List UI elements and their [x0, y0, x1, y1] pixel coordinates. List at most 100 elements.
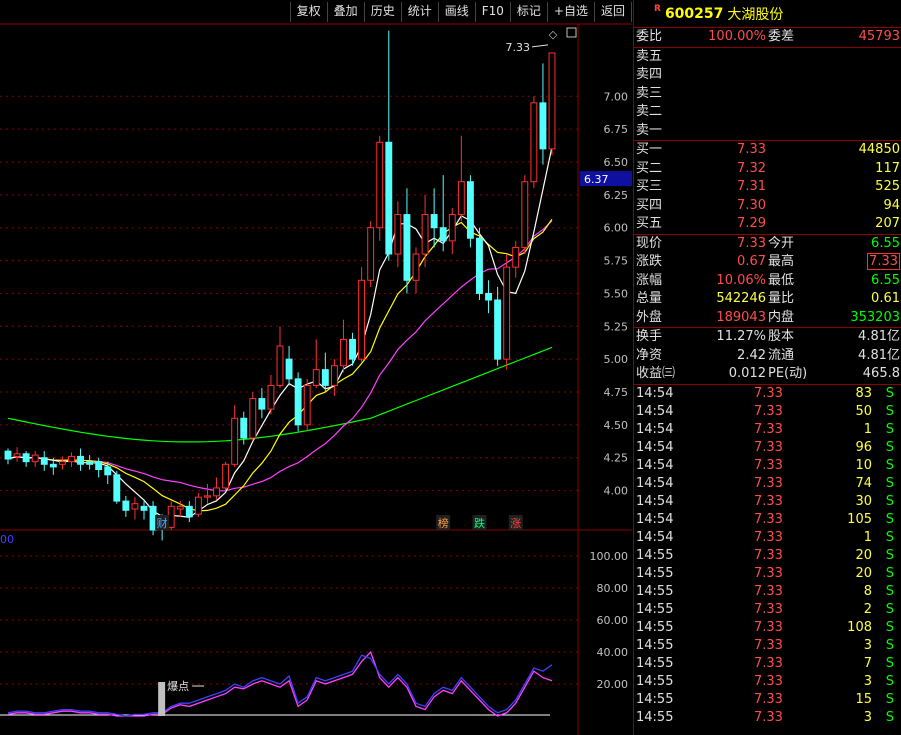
event-label[interactable]: 榜	[438, 516, 449, 530]
tick-volume: 50	[855, 403, 872, 421]
buy-row[interactable]: 买四7.3094	[634, 197, 901, 216]
y-tick-label: 6.75	[604, 123, 629, 136]
y-tick-label: 5.50	[604, 287, 629, 300]
tick-row: 14:557.332S	[634, 601, 901, 619]
candle	[386, 31, 392, 261]
window-icon[interactable]	[567, 28, 576, 37]
diamond-icon[interactable]: ◇	[549, 28, 558, 41]
stat-value: 353203	[850, 309, 900, 328]
candle-body	[195, 497, 201, 514]
kline-chart-area[interactable]: 7.006.756.506.256.005.755.505.255.004.75…	[0, 0, 632, 735]
sell-orders: 卖五卖四卖三卖二卖一	[634, 48, 901, 142]
tick-side: S	[886, 619, 894, 637]
fund-label: 净资	[636, 347, 662, 366]
tick-price: 7.33	[754, 637, 783, 655]
tick-time: 14:54	[636, 421, 673, 439]
toolbar-btn-3[interactable]: 统计	[401, 2, 439, 22]
toolbar-btn-2[interactable]: 历史	[364, 2, 402, 22]
tick-volume: 1	[864, 421, 872, 439]
tick-volume: 3	[864, 673, 872, 691]
tick-side: S	[886, 655, 894, 673]
r-badge: R	[654, 4, 661, 14]
stock-header[interactable]: R 600257 大湖股份	[634, 0, 901, 28]
weibi-row: 委比 100.00% 委差 45793	[634, 28, 901, 48]
sell-row[interactable]: 卖三	[634, 85, 901, 104]
y-tick-label: 4.50	[604, 419, 629, 432]
y-tick-label: 4.75	[604, 386, 629, 399]
chart-toolbar: 复权叠加历史统计画线F10标记+自选返回	[291, 2, 632, 22]
buy-row[interactable]: 买五7.29207	[634, 215, 901, 234]
tick-side: S	[886, 673, 894, 691]
buy-price: 7.30	[737, 197, 766, 216]
event-label[interactable]: 涨	[510, 517, 521, 530]
event-label[interactable]: 跌	[474, 516, 485, 530]
candle-body	[168, 506, 174, 527]
candle	[195, 493, 201, 517]
sell-label: 卖二	[636, 103, 662, 122]
toolbar-btn-7[interactable]: +自选	[547, 2, 595, 22]
tick-side: S	[886, 475, 894, 493]
high-price-arrow	[532, 45, 548, 47]
stat-value: 0.67	[737, 253, 766, 272]
y-tick-label: 6.25	[604, 189, 629, 202]
tick-row: 14:557.3320S	[634, 547, 901, 565]
candle	[395, 201, 401, 267]
candle-body	[477, 238, 483, 293]
fund-label: 换手	[636, 328, 662, 347]
candle	[313, 339, 319, 388]
candle	[96, 458, 102, 478]
candle	[150, 501, 156, 535]
stat-label: 今开	[768, 235, 794, 254]
kline-chart[interactable]: 7.006.756.506.256.005.755.505.255.004.75…	[0, 0, 632, 735]
candle-body	[105, 467, 111, 475]
sell-label: 卖一	[636, 122, 662, 141]
candle-body	[250, 399, 256, 438]
toolbar-btn-5[interactable]: F10	[475, 2, 511, 22]
tick-side: S	[886, 493, 894, 511]
candle-body	[232, 418, 238, 464]
buy-row[interactable]: 买二7.32117	[634, 160, 901, 179]
tick-side: S	[886, 583, 894, 601]
event-label[interactable]: 财	[157, 516, 168, 530]
buy-row[interactable]: 买三7.31525	[634, 178, 901, 197]
buy-label: 买三	[636, 178, 662, 197]
tick-side: S	[886, 565, 894, 583]
buy-row[interactable]: 买一7.3344850	[634, 141, 901, 160]
candle-body	[268, 385, 274, 409]
toolbar-btn-8[interactable]: 返回	[594, 2, 632, 22]
y-tick-label: 4.25	[604, 452, 629, 465]
sell-row[interactable]: 卖一	[634, 122, 901, 141]
toolbar-btn-1[interactable]: 叠加	[327, 2, 365, 22]
tick-time: 14:55	[636, 673, 673, 691]
stat-row: 涨幅10.06%最低6.55	[634, 272, 901, 291]
stock-name: 大湖股份	[727, 4, 783, 24]
stat-row: 涨跌0.67最高7.33	[634, 253, 901, 272]
sell-row[interactable]: 卖五	[634, 48, 901, 67]
stat-value: 189043	[716, 309, 766, 328]
candle-body	[531, 103, 537, 182]
tick-price: 7.33	[754, 403, 783, 421]
candle-body	[5, 451, 11, 459]
sell-row[interactable]: 卖四	[634, 66, 901, 85]
tick-price: 7.33	[754, 583, 783, 601]
candle-body	[41, 458, 47, 465]
candle	[458, 136, 464, 221]
tick-side: S	[886, 421, 894, 439]
candle-body	[277, 346, 283, 385]
toolbar-btn-4[interactable]: 画线	[438, 2, 476, 22]
toolbar-btn-0[interactable]: 复权	[290, 2, 328, 22]
candle-body	[341, 339, 347, 365]
candle-body	[96, 462, 102, 470]
ind-y-tick-label: 100.00	[590, 550, 629, 563]
tick-volume: 96	[855, 439, 872, 457]
toolbar-btn-6[interactable]: 标记	[510, 2, 548, 22]
fund-value: 2.42	[737, 347, 766, 366]
buy-volume: 94	[883, 197, 900, 216]
candle-body	[540, 103, 546, 149]
tick-row: 14:547.3374S	[634, 475, 901, 493]
candle-body	[522, 182, 528, 248]
sell-row[interactable]: 卖二	[634, 103, 901, 122]
tick-list[interactable]: 14:547.3383S14:547.3350S14:547.331S14:54…	[634, 385, 901, 727]
weicha-label: 委差	[768, 28, 794, 47]
tick-side: S	[886, 385, 894, 403]
